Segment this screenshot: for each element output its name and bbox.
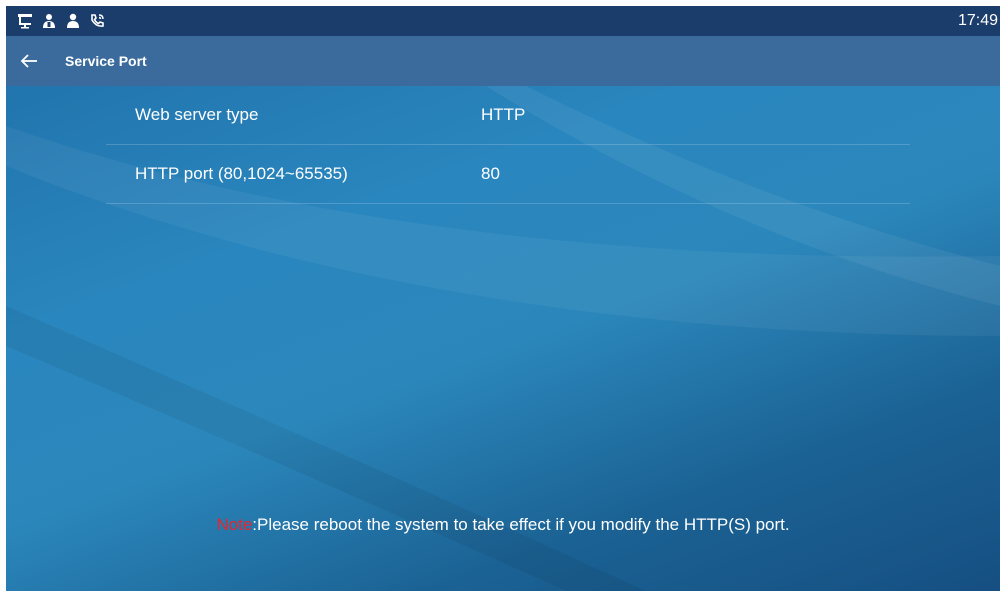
setting-row-web-server-type[interactable]: Web server type HTTP	[106, 86, 910, 145]
screen: 17:49 Service Port Web server type HTTP …	[6, 6, 1000, 591]
user-icon	[67, 13, 79, 28]
status-bar: 17:49	[6, 6, 1000, 36]
setting-row-http-port[interactable]: HTTP port (80,1024~65535) 80	[106, 145, 910, 204]
settings-list: Web server type HTTP HTTP port (80,1024~…	[106, 86, 910, 204]
page-title: Service Port	[65, 53, 147, 69]
setting-value: 80	[481, 164, 500, 183]
status-time: 17:49	[957, 12, 998, 29]
back-arrow-icon	[20, 54, 37, 68]
status-icons	[16, 11, 106, 31]
reboot-note: Note:Please reboot the system to take ef…	[6, 514, 1000, 536]
contacts-icon	[43, 14, 55, 28]
setting-label: Web server type	[135, 105, 259, 124]
title-bar: Service Port	[6, 36, 1000, 86]
setting-label: HTTP port (80,1024~65535)	[135, 164, 348, 183]
back-button[interactable]	[12, 44, 46, 78]
note-message: :Please reboot the system to take effect…	[252, 515, 790, 534]
note-prefix: Note	[216, 515, 253, 534]
setting-value: HTTP	[481, 105, 526, 124]
call-icon	[91, 14, 104, 27]
network-icon	[18, 14, 32, 29]
